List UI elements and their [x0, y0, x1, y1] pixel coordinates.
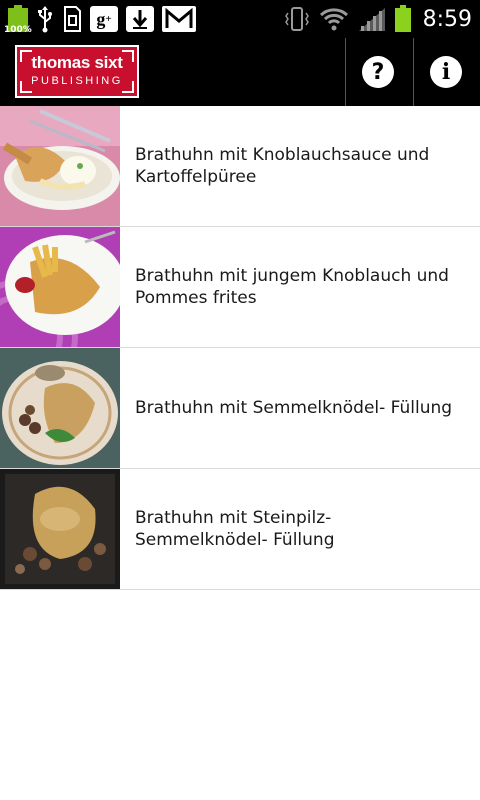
- logo-subtitle: PUBLISHING: [31, 75, 123, 87]
- logo-title: thomas sixt: [31, 53, 123, 72]
- list-item[interactable]: Brathuhn mit Knoblauchsauce und Kartoffe…: [0, 106, 480, 227]
- help-button[interactable]: ?: [345, 38, 411, 106]
- system-icons: 8:59: [283, 4, 472, 34]
- recipe-title: Brathuhn mit jungem Knoblauch und Pommes…: [135, 266, 449, 308]
- recipe-thumbnail: [0, 227, 120, 347]
- signal-icon: [357, 6, 387, 32]
- sd-card-icon: [62, 6, 82, 32]
- wifi-icon: [319, 6, 349, 32]
- clock: 8:59: [422, 6, 472, 32]
- battery-percent-label: 100%: [4, 25, 32, 35]
- list-item[interactable]: Brathuhn mit Semmelknödel- Füllung: [0, 348, 480, 469]
- info-icon: i: [430, 56, 462, 88]
- status-bar: 100% g + 8:59: [0, 0, 480, 38]
- download-icon: [126, 6, 154, 32]
- recipe-list: Brathuhn mit Knoblauchsauce und Kartoffe…: [0, 106, 480, 590]
- battery-icon: [394, 5, 411, 33]
- recipe-title: Brathuhn mit Semmelknödel- Füllung: [135, 398, 453, 418]
- recipe-thumbnail: [0, 106, 120, 226]
- app-bar: thomas sixt PUBLISHING ? i: [0, 38, 480, 106]
- recipe-title: Brathuhn mit Steinpilz- Semmelknödel- Fü…: [135, 508, 335, 550]
- list-item[interactable]: Brathuhn mit Steinpilz- Semmelknödel- Fü…: [0, 469, 480, 590]
- vibrate-icon: [283, 6, 311, 32]
- recipe-thumbnail: [0, 348, 120, 468]
- info-button[interactable]: i: [413, 38, 479, 106]
- google-plus-icon: g +: [90, 6, 118, 32]
- publisher-logo: thomas sixt PUBLISHING: [15, 45, 139, 98]
- battery-icon: 100%: [4, 5, 32, 35]
- list-item[interactable]: Brathuhn mit jungem Knoblauch und Pommes…: [0, 227, 480, 348]
- usb-icon: [36, 5, 54, 33]
- help-icon: ?: [362, 56, 394, 88]
- recipe-thumbnail: [0, 469, 120, 589]
- gmail-icon: [162, 6, 196, 32]
- recipe-title: Brathuhn mit Knoblauchsauce und Kartoffe…: [135, 145, 430, 187]
- notification-icons: 100% g +: [4, 4, 196, 35]
